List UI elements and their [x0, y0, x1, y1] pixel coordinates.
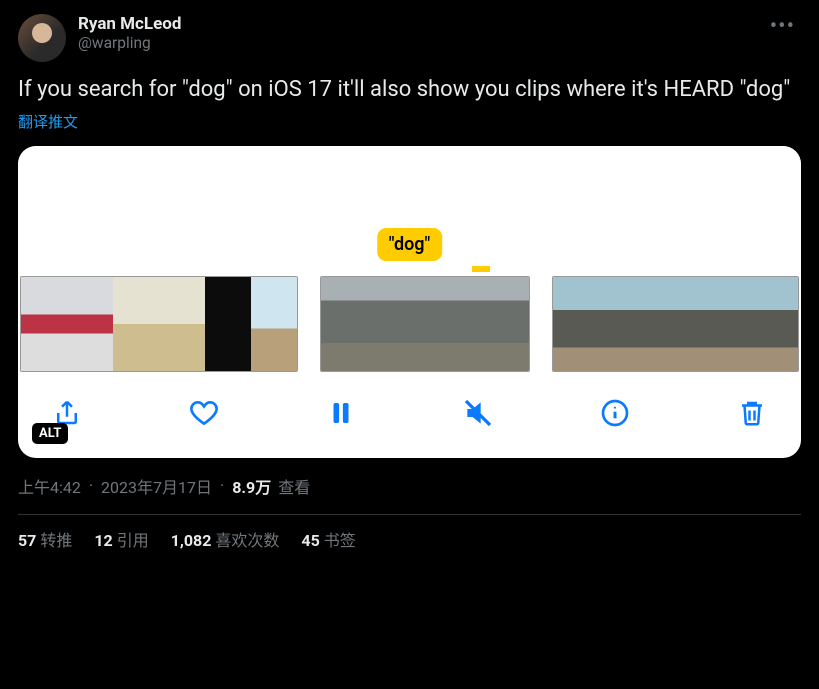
clip-group-1[interactable]: [20, 276, 298, 372]
tweet-text: If you search for "dog" on iOS 17 it'll …: [18, 76, 801, 105]
clip-frame: [205, 277, 251, 371]
author-handle[interactable]: @warpling: [78, 34, 764, 52]
likes-stat[interactable]: 1,082喜欢次数: [171, 527, 280, 551]
likes-count: 1,082: [171, 531, 212, 550]
author-identity: Ryan McLeod @warpling: [78, 14, 764, 52]
separator-dot: [85, 476, 97, 495]
tweet-time[interactable]: 上午4:42: [18, 474, 81, 498]
pause-icon[interactable]: [324, 396, 358, 430]
clip-frame: [460, 277, 529, 371]
heart-icon[interactable]: [187, 396, 221, 430]
tweet-meta: 上午4:42 2023年7月17日 8.9万 查看: [18, 474, 801, 498]
clip-group-2[interactable]: [320, 276, 530, 372]
author-display-name[interactable]: Ryan McLeod: [78, 14, 764, 34]
alt-badge[interactable]: ALT: [32, 423, 68, 444]
avatar[interactable]: [18, 14, 66, 62]
clip-frame: [21, 277, 67, 371]
more-options-icon[interactable]: •••: [764, 14, 801, 39]
media-caption-area: "dog": [18, 146, 801, 276]
trash-icon[interactable]: [735, 396, 769, 430]
tweet-header: Ryan McLeod @warpling •••: [18, 14, 801, 62]
clip-frame: [251, 277, 297, 371]
retweets-label: 转推: [40, 531, 72, 550]
tweet-date[interactable]: 2023年7月17日: [101, 474, 212, 498]
views-count: 8.9万: [232, 474, 271, 498]
clip-frame: [390, 277, 459, 371]
mute-icon[interactable]: [461, 396, 495, 430]
clip-frame: [553, 277, 594, 371]
info-icon[interactable]: [598, 396, 632, 430]
bookmarks-count: 45: [301, 531, 319, 550]
video-filmstrip[interactable]: [18, 276, 801, 372]
clip-frame: [67, 277, 113, 371]
bookmarks-stat[interactable]: 45 书签: [301, 527, 355, 551]
playhead-marker: [472, 266, 490, 272]
attached-media[interactable]: "dog": [18, 146, 801, 458]
media-toolbar: [18, 372, 801, 458]
tweet-stats: 57转推 12 引用 1,082喜欢次数 45 书签: [18, 527, 801, 551]
clip-frame: [321, 277, 390, 371]
clip-frame: [757, 277, 798, 371]
clip-group-3[interactable]: [552, 276, 799, 372]
retweets-count: 57: [18, 531, 36, 550]
separator-dot: [216, 476, 228, 495]
views-label: 查看: [278, 474, 310, 498]
bookmarks-label: 书签: [324, 531, 356, 550]
translate-link[interactable]: 翻译推文: [18, 111, 78, 132]
heard-label-bubble: "dog": [377, 228, 443, 261]
quotes-stat[interactable]: 12 引用: [94, 527, 148, 551]
clip-frame: [159, 277, 205, 371]
clip-frame: [594, 277, 635, 371]
divider: [18, 514, 801, 515]
retweets-stat[interactable]: 57转推: [18, 527, 72, 551]
clip-frame: [635, 277, 676, 371]
quotes-label: 引用: [117, 531, 149, 550]
quotes-count: 12: [94, 531, 112, 550]
clip-frame: [113, 277, 159, 371]
likes-label: 喜欢次数: [215, 531, 279, 550]
clip-frame: [716, 277, 757, 371]
tweet-container: Ryan McLeod @warpling ••• If you search …: [0, 0, 819, 565]
clip-frame: [675, 277, 716, 371]
